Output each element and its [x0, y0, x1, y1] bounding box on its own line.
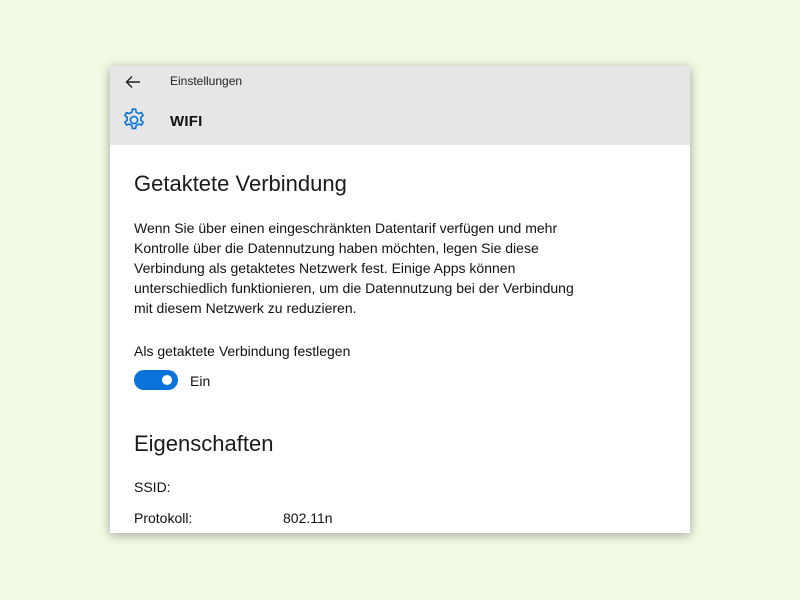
settings-window: Einstellungen WIFI Getaktete Verbindung … [110, 66, 690, 533]
app-title: Einstellungen [170, 74, 243, 88]
ssid-label: SSID: [134, 479, 171, 495]
toggle-state-label: Ein [190, 373, 211, 389]
metered-toggle-switch[interactable] [134, 370, 178, 390]
metered-connection-heading: Getaktete Verbindung [134, 171, 347, 196]
protocol-value: 802.11n [283, 510, 333, 526]
back-button[interactable] [122, 71, 144, 93]
protocol-label: Protokoll: [134, 510, 193, 526]
metered-toggle-label: Als getaktete Verbindung festlegen [134, 343, 351, 359]
page-title: WIFI [170, 113, 203, 130]
metered-description: Wenn Sie über einen eingeschränkten Date… [134, 220, 574, 316]
page-header: WIFI [110, 104, 690, 138]
title-bar: Einstellungen [110, 66, 690, 96]
properties-heading: Eigenschaften [134, 431, 274, 456]
back-arrow-icon [125, 76, 140, 88]
toggle-knob [162, 375, 172, 385]
gear-icon [123, 108, 145, 130]
window-header: Einstellungen WIFI [110, 66, 690, 145]
